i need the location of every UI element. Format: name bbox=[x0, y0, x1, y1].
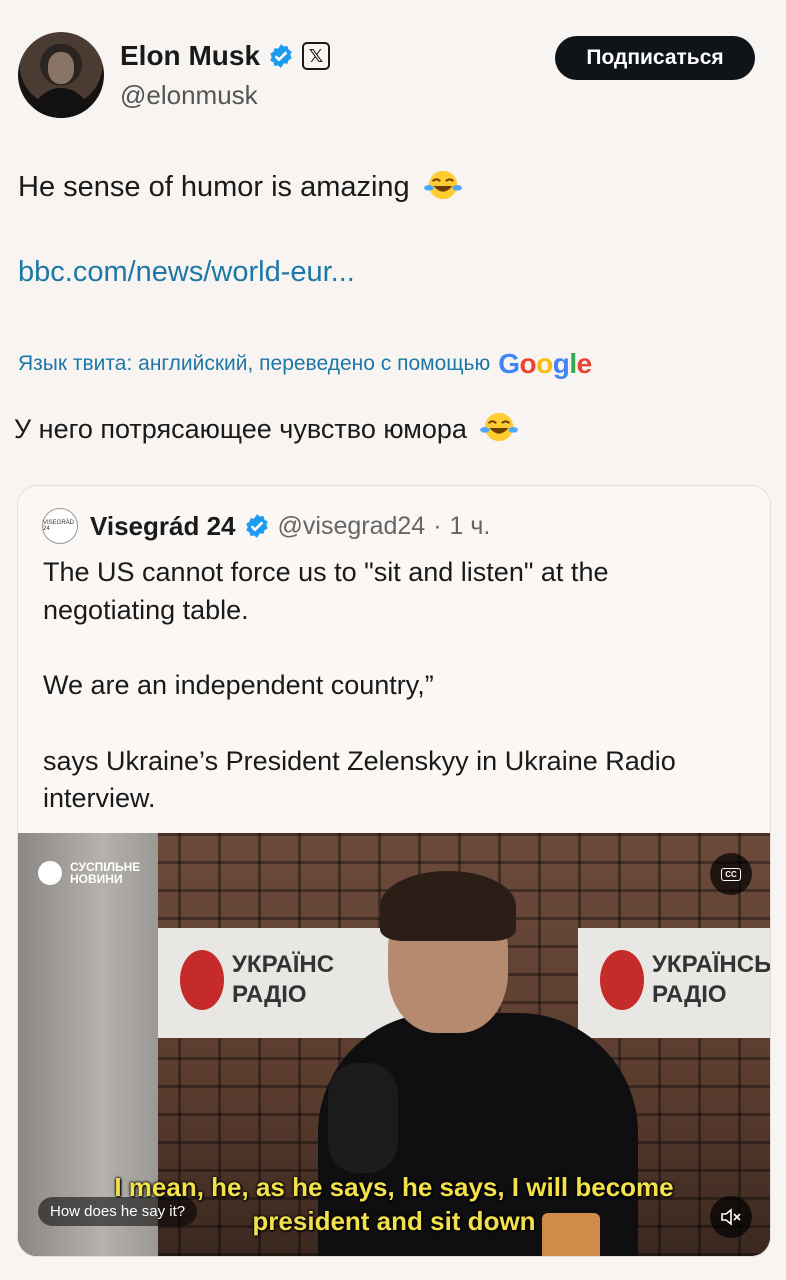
quoted-author-name[interactable]: Visegrád 24 bbox=[90, 511, 236, 542]
author-name-row: Elon Musk 𝕏 bbox=[120, 40, 331, 72]
quoted-tweet-text: The US cannot force us to "sit and liste… bbox=[43, 554, 743, 856]
quoted-paragraph: says Ukraine’s President Zelenskyy in Uk… bbox=[43, 745, 676, 814]
quoted-tweet-header: VISEGRÁD 24 Visegrád 24 @visegrad24 · 1 … bbox=[42, 508, 490, 544]
laughing-tears-emoji bbox=[480, 412, 519, 442]
translation-note-text: Язык твита: английский, переведено с пом… bbox=[18, 352, 491, 375]
translate-hint-chip[interactable]: How does he say it? bbox=[38, 1197, 198, 1226]
tweet-text-content: He sense of humor is amazing bbox=[18, 171, 410, 203]
tweet-text: He sense of humor is amazing bbox=[18, 168, 462, 204]
quoted-tweet-card[interactable]: VISEGRÁD 24 Visegrád 24 @visegrad24 · 1 … bbox=[17, 485, 771, 1257]
closed-captions-button[interactable]: CC bbox=[710, 853, 752, 895]
video-player[interactable]: УКРАЇНС РАДІО УКРАЇНСЬКЕ РАДІО СУСПІЛЬНЕ… bbox=[18, 833, 770, 1256]
broadcaster-logo: СУСПІЛЬНЕ НОВИНИ bbox=[38, 861, 140, 885]
translated-text: У него потрясающее чувство юмора bbox=[14, 410, 519, 445]
follow-button[interactable]: Подписаться bbox=[555, 36, 755, 80]
quoted-avatar-text: VISEGRÁD 24 bbox=[43, 520, 75, 532]
radio-sign-right-text: УКРАЇНСЬКЕ РАДІО bbox=[652, 951, 770, 1008]
meta-separator: · bbox=[433, 511, 442, 540]
quoted-paragraph: The US cannot force us to "sit and liste… bbox=[43, 557, 609, 625]
author-name[interactable]: Elon Musk bbox=[120, 40, 260, 72]
broadcaster-name: СУСПІЛЬНЕ НОВИНИ bbox=[70, 860, 141, 886]
speaker-hair bbox=[380, 871, 516, 941]
quoted-author-avatar[interactable]: VISEGRÁD 24 bbox=[42, 508, 78, 544]
radio-logo-icon bbox=[180, 950, 224, 1010]
article-link[interactable]: bbc.com/news/world-eur... bbox=[18, 256, 355, 289]
verified-badge-icon bbox=[270, 44, 292, 68]
verified-badge-icon bbox=[245, 514, 268, 538]
translation-note[interactable]: Язык твита: английский, переведено с пом… bbox=[18, 348, 592, 380]
x-logo-icon: 𝕏 bbox=[302, 42, 331, 70]
cc-icon: CC bbox=[721, 867, 741, 881]
quoted-timestamp[interactable]: 1 ч. bbox=[450, 512, 491, 541]
avatar-face bbox=[48, 52, 74, 84]
avatar-shirt bbox=[32, 88, 90, 118]
microphone bbox=[328, 1063, 398, 1173]
laughing-tears-emoji bbox=[423, 170, 462, 200]
author-handle[interactable]: @elonmusk bbox=[120, 80, 258, 111]
translated-text-content: У него потрясающее чувство юмора bbox=[14, 414, 467, 444]
google-logo: Google bbox=[498, 348, 592, 379]
broadcaster-logo-icon bbox=[38, 861, 62, 885]
tweet-header: Elon Musk 𝕏 @elonmusk Подписаться bbox=[18, 32, 768, 122]
quoted-author-handle[interactable]: @visegrad24 bbox=[278, 512, 426, 541]
author-avatar[interactable] bbox=[18, 32, 104, 118]
quoted-paragraph: We are an independent country,” bbox=[43, 670, 434, 700]
